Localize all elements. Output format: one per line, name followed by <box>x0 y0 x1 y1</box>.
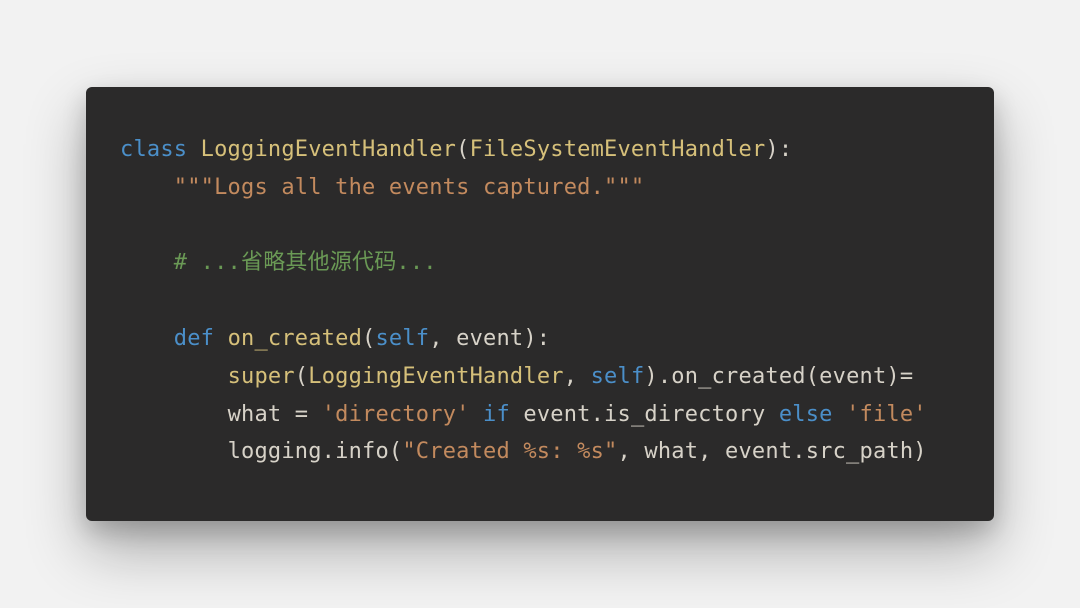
page-stage: class LoggingEventHandler(FileSystemEven… <box>0 0 1080 608</box>
code-line: class LoggingEventHandler(FileSystemEven… <box>120 137 792 162</box>
code-token: on_created <box>228 326 362 351</box>
code-token: """Logs all the events captured.""" <box>174 175 645 200</box>
code-block: class LoggingEventHandler(FileSystemEven… <box>120 131 960 471</box>
code-token: FileSystemEventHandler <box>470 137 766 162</box>
code-token: , event): <box>429 326 550 351</box>
code-line: """Logs all the events captured.""" <box>120 175 644 200</box>
code-token: class <box>120 137 201 162</box>
code-token: ( <box>456 137 469 162</box>
code-token: logging.info( <box>228 439 403 464</box>
code-token: LoggingEventHandler <box>308 364 563 389</box>
code-token: self <box>591 364 645 389</box>
code-token <box>833 402 846 427</box>
code-line: what = 'directory' if event.is_directory… <box>120 402 927 427</box>
code-token: 'directory' <box>322 402 470 427</box>
code-token: ( <box>362 326 375 351</box>
code-token: , <box>564 364 591 389</box>
code-token <box>470 402 483 427</box>
code-line: # ...省略其他源代码... <box>120 250 437 275</box>
code-token: self <box>375 326 429 351</box>
code-line: super(LoggingEventHandler, self).on_crea… <box>120 364 913 389</box>
code-token: def <box>174 326 228 351</box>
code-line: def on_created(self, event): <box>120 326 550 351</box>
code-token: , what, event.src_path) <box>617 439 926 464</box>
code-token: ): <box>765 137 792 162</box>
code-token: ( <box>295 364 308 389</box>
code-token: ).on_created(event)= <box>644 364 913 389</box>
code-token: if <box>483 402 510 427</box>
code-token: # ...省略其他源代码... <box>174 250 437 275</box>
code-token: LoggingEventHandler <box>201 137 456 162</box>
code-token: "Created %s: %s" <box>402 439 617 464</box>
code-token: 'file' <box>846 402 927 427</box>
code-token: super <box>228 364 295 389</box>
code-token: event.is_directory <box>510 402 779 427</box>
code-token: else <box>779 402 833 427</box>
code-card: class LoggingEventHandler(FileSystemEven… <box>86 87 994 521</box>
code-line: logging.info("Created %s: %s", what, eve… <box>120 439 927 464</box>
code-token: what = <box>228 402 322 427</box>
